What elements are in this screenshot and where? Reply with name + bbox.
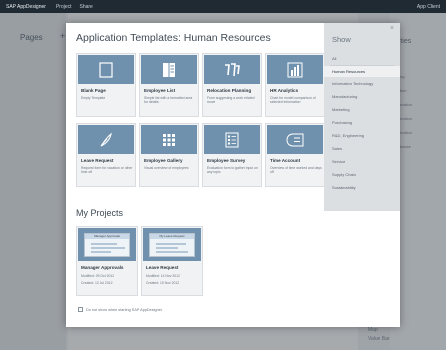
form-icon [204, 125, 260, 154]
filter-item-purchasing[interactable]: Purchasing [324, 117, 400, 128]
startup-checkbox-row: Do not show when starting SAP AppDesigne… [78, 307, 162, 312]
thumbnail-line [156, 243, 186, 245]
template-name: Leave Request [81, 158, 114, 163]
feather-icon [78, 125, 134, 154]
user-menu[interactable]: App Client [417, 4, 440, 10]
project-card-manager-approvals[interactable]: Manager Approvals Manager Approvals Modi… [76, 226, 138, 296]
template-desc: Request form for vacation or other time … [81, 166, 133, 175]
template-name: Time Account [270, 158, 301, 163]
project-card-leave-request[interactable]: My Leave Request Leave Request Modified:… [141, 226, 203, 296]
template-card-employee-list[interactable]: Employee List Simple list with a formatt… [139, 53, 199, 117]
template-card-time-account[interactable]: Time Account Overview of time worked and… [265, 123, 325, 187]
menu-project[interactable]: Project [56, 4, 72, 10]
thumbnail-line [156, 247, 178, 249]
template-card-leave-request[interactable]: Leave Request Request form for vacation … [76, 123, 136, 187]
filter-item-all[interactable]: All [324, 53, 400, 64]
project-thumbnail: My Leave Request [143, 228, 201, 261]
template-desc: Evaluation form to gather input on any t… [207, 166, 258, 175]
filter-item-information-technology[interactable]: Information Technology [324, 78, 400, 89]
template-desc: Empty Template [81, 96, 106, 100]
dialog-title: Application Templates: Human Resources [76, 32, 271, 44]
filter-item-rd-engineering[interactable]: R&D, Engineering [324, 130, 400, 141]
template-name: Employee Survey [207, 158, 246, 163]
filter-item-service[interactable]: Service [324, 156, 400, 167]
project-name: Leave Request [146, 265, 179, 270]
template-name: Employee List [144, 88, 176, 93]
startup-checkbox[interactable] [78, 307, 83, 312]
template-card-relocation-planning[interactable]: Relocation Planning From suggesting a wo… [202, 53, 262, 117]
menu-share[interactable]: Share [80, 4, 93, 10]
thumbnail-title: My Leave Request [150, 234, 194, 239]
time-account-icon [267, 125, 323, 154]
template-name: Employee Gallery [144, 158, 183, 163]
truck-icon [204, 55, 260, 84]
template-card-blank-page[interactable]: Blank Page Empty Template [76, 53, 136, 117]
filter-item-marketing[interactable]: Marketing [324, 104, 400, 115]
shell-bar: SAP AppDesigner Project Share App Client [0, 0, 446, 13]
thumbnail-line [91, 247, 125, 249]
grid-icon [141, 125, 197, 154]
close-icon[interactable]: × [390, 25, 394, 32]
filter-item-sales[interactable]: Sales [324, 143, 400, 154]
filter-item-supply-chain[interactable]: Supply Chain [324, 169, 400, 180]
template-desc: Overview of time worked and days off [270, 166, 322, 175]
template-name: Relocation Planning [207, 88, 252, 93]
template-card-hr-analytics[interactable]: HR Analytics Chart for model comparison … [265, 53, 325, 117]
project-modified: Modified: 14 Nov 2012 [146, 274, 180, 278]
template-name: Blank Page [81, 88, 106, 93]
thumbnail-line [156, 251, 188, 253]
filter-title: Show [332, 35, 351, 44]
template-name: HR Analytics [270, 88, 299, 93]
filter-item-human-resources[interactable]: Human Resources [324, 66, 400, 77]
filter-item-sustainability[interactable]: Sustainability [324, 182, 400, 193]
project-thumbnail: Manager Approvals [78, 228, 136, 261]
page-icon [78, 55, 134, 84]
category-filter-sidebar: × Show All Human Resources Information T… [324, 23, 400, 211]
startup-checkbox-label: Do not show when starting SAP AppDesigne… [86, 307, 163, 312]
template-desc: From suggesting a work related move [207, 96, 255, 105]
project-modified: Modified: 09 Oct 2012 [81, 274, 115, 278]
project-name: Manager Approvals [81, 265, 124, 270]
my-projects-heading: My Projects [76, 208, 124, 218]
templates-dialog: Application Templates: Human Resources B… [66, 23, 400, 327]
thumbnail-screen: Manager Approvals [84, 233, 130, 257]
template-card-employee-survey[interactable]: Employee Survey Evaluation form to gathe… [202, 123, 262, 187]
filter-item-manufacturing[interactable]: Manufacturing [324, 91, 400, 102]
project-created: Created: 12 Jul 2012 [81, 281, 113, 285]
template-desc: Chart for model comparison of selected i… [270, 96, 316, 105]
template-desc: Simple list with a formatted area for de… [144, 96, 193, 105]
list-icon [141, 55, 197, 84]
template-desc: Visual overview of employees [144, 166, 189, 170]
project-created: Created: 10 Nov 2012 [146, 281, 180, 285]
template-card-employee-gallery[interactable]: Employee Gallery Visual overview of empl… [139, 123, 199, 187]
thumbnail-line [91, 243, 117, 245]
thumbnail-screen: My Leave Request [149, 233, 195, 257]
app-name[interactable]: SAP AppDesigner [6, 4, 46, 10]
bar-chart-icon [267, 55, 323, 84]
thumbnail-title: Manager Approvals [85, 234, 129, 239]
thumbnail-line [91, 251, 111, 253]
